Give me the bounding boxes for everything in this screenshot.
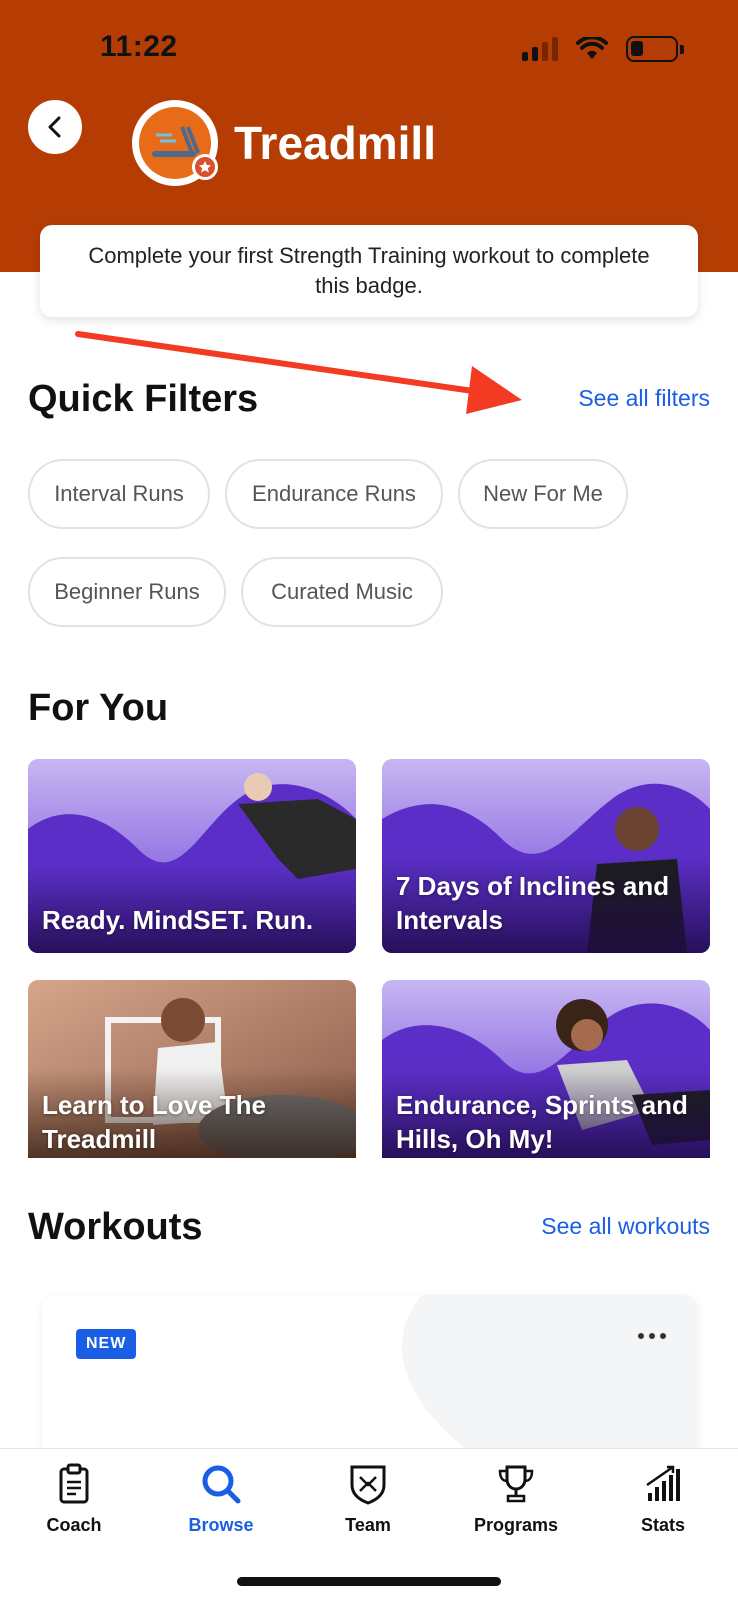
tab-browse[interactable]: Browse	[161, 1463, 281, 1536]
tab-label: Team	[345, 1515, 391, 1535]
tab-label: Coach	[46, 1515, 102, 1535]
tab-stats[interactable]: Stats	[603, 1463, 723, 1536]
program-card-title: Ready. MindSET. Run.	[42, 905, 314, 935]
clipboard-icon	[59, 1463, 89, 1504]
program-card[interactable]: Ready. MindSET. Run.	[28, 759, 356, 953]
program-card-title: Endurance, Sprints and Hills, Oh My!	[396, 1090, 688, 1154]
star-icon	[192, 154, 218, 180]
chevron-left-icon	[48, 116, 61, 138]
tab-programs[interactable]: Programs	[456, 1463, 576, 1536]
battery-icon	[626, 36, 684, 62]
badge-hint-text: Complete your first Strength Training wo…	[88, 243, 650, 298]
tab-team[interactable]: Team	[308, 1463, 428, 1536]
trophy-icon	[498, 1465, 534, 1503]
program-card-title: Learn to Love The Treadmill	[42, 1090, 266, 1154]
wifi-icon	[576, 37, 608, 59]
search-icon	[202, 1465, 241, 1504]
tab-label: Stats	[640, 1515, 685, 1535]
browse-screen: 11:22 Treadmill Complete your first Stre…	[0, 0, 738, 1600]
filter-chip[interactable]: Beginner Runs	[28, 557, 226, 627]
more-options-icon[interactable]	[638, 1333, 666, 1339]
program-card[interactable]: Endurance, Sprints and Hills, Oh My!	[382, 980, 710, 1158]
tab-coach[interactable]: Coach	[14, 1463, 134, 1536]
see-all-filters-link[interactable]: See all filters	[578, 385, 710, 412]
team-shield-icon	[350, 1465, 386, 1505]
tab-label: Programs	[473, 1515, 559, 1535]
tab-label: Browse	[188, 1515, 254, 1535]
stats-chart-icon	[646, 1465, 680, 1501]
home-indicator[interactable]	[237, 1577, 501, 1586]
treadmill-badge-icon	[132, 100, 218, 186]
back-button[interactable]	[28, 100, 82, 154]
badge-hint-banner: Complete your first Strength Training wo…	[40, 225, 698, 317]
program-card-title: 7 Days of Inclines and Intervals	[396, 871, 670, 935]
filter-chip[interactable]: Interval Runs	[28, 459, 210, 529]
status-icons	[522, 36, 684, 62]
status-time: 11:22	[100, 30, 178, 63]
quick-filters-title: Quick Filters	[28, 378, 259, 420]
new-badge: NEW	[76, 1329, 137, 1359]
program-card[interactable]: 7 Days of Inclines and Intervals	[382, 759, 710, 953]
filter-chip[interactable]: Endurance Runs	[225, 459, 443, 529]
filter-chip[interactable]: New For Me	[458, 459, 628, 529]
for-you-title: For You	[28, 687, 169, 729]
workouts-title: Workouts	[28, 1206, 203, 1248]
signal-icon	[522, 37, 558, 61]
program-card[interactable]: Learn to Love The Treadmill	[28, 980, 356, 1158]
page-title: Treadmill	[234, 117, 436, 169]
see-all-workouts-link[interactable]: See all workouts	[541, 1213, 710, 1240]
filter-chip[interactable]: Curated Music	[241, 557, 443, 627]
